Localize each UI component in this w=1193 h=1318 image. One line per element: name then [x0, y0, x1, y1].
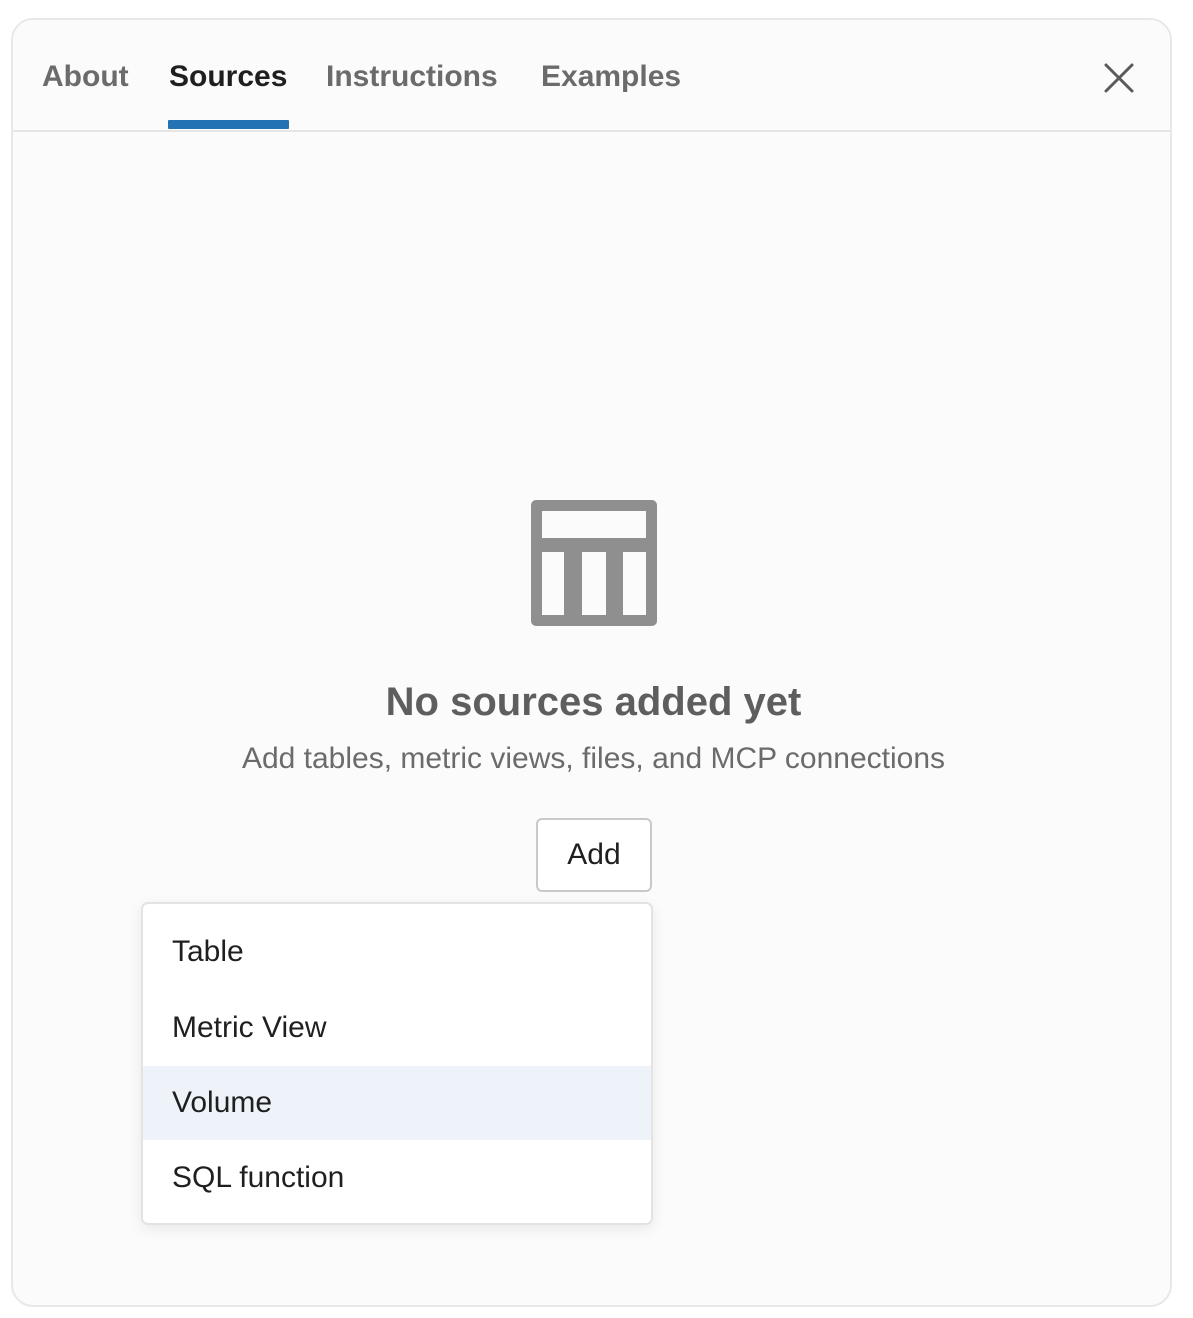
tab-instructions[interactable]: Instructions	[326, 60, 498, 94]
menu-item-metric-view[interactable]: Metric View	[143, 991, 651, 1065]
menu-item-table[interactable]: Table	[143, 915, 651, 989]
empty-state-title: No sources added yet	[385, 680, 802, 724]
menu-item-sql-function[interactable]: SQL function	[143, 1141, 651, 1215]
add-button[interactable]: Add	[536, 818, 652, 892]
menu-item-volume[interactable]: Volume	[143, 1066, 651, 1140]
tab-bar: About Sources Instructions Examples	[13, 20, 1170, 132]
tab-about[interactable]: About	[42, 60, 129, 94]
tab-examples[interactable]: Examples	[541, 60, 681, 94]
empty-state-subtitle: Add tables, metric views, files, and MCP…	[241, 742, 946, 775]
tab-sources[interactable]: Sources	[169, 60, 287, 94]
add-source-menu: Table Metric View Volume SQL function	[141, 902, 653, 1225]
sources-panel: About Sources Instructions Examples No s…	[11, 18, 1172, 1307]
active-tab-indicator	[168, 120, 289, 129]
close-button[interactable]	[1101, 60, 1137, 96]
close-icon	[1104, 63, 1134, 93]
table-icon	[531, 500, 657, 626]
